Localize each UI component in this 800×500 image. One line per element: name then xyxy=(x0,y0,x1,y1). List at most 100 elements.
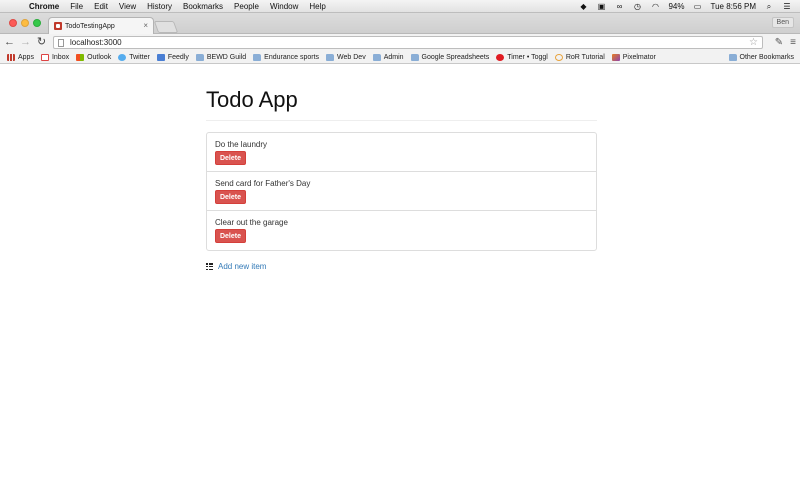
bookmark-ror-tutorial[interactable]: RoR Tutorial xyxy=(554,53,605,61)
todo-item: Clear out the garage Delete xyxy=(207,211,596,250)
bookmark-pixelmator[interactable]: Pixelmator xyxy=(611,53,656,61)
forward-arrow-icon[interactable]: → xyxy=(19,36,32,49)
page-title: Todo App xyxy=(206,87,298,112)
bookmark-twitter[interactable]: Twitter xyxy=(118,53,150,61)
bookmark-inbox[interactable]: Inbox xyxy=(40,53,70,61)
list-icon xyxy=(206,263,213,270)
bookmark-folder-web-dev[interactable]: Web Dev xyxy=(326,53,366,61)
bookmark-label: Pixelmator xyxy=(622,53,656,61)
bookmark-label: Inbox xyxy=(51,53,70,61)
menu-app-chrome[interactable]: Chrome xyxy=(29,0,59,13)
toggl-icon xyxy=(496,53,505,61)
profile-button[interactable]: Ben xyxy=(771,17,794,28)
address-bar[interactable]: localhost:3000 ☆ xyxy=(53,36,763,49)
menu-window[interactable]: Window xyxy=(270,0,298,13)
todo-list: Do the laundry Delete Send card for Fath… xyxy=(206,132,597,251)
time-machine-icon[interactable]: ◷ xyxy=(632,0,642,13)
spotlight-search-icon[interactable]: ⌕ xyxy=(764,0,774,13)
menubar-clock[interactable]: Tue 8:56 PM xyxy=(710,2,756,11)
battery-percent[interactable]: 94% xyxy=(668,2,684,11)
add-new-item-label[interactable]: Add new item xyxy=(218,262,266,271)
todo-text: Clear out the garage xyxy=(215,218,288,227)
menu-history[interactable]: History xyxy=(147,0,172,13)
todo-item: Send card for Father's Day Delete xyxy=(207,172,596,211)
folder-icon xyxy=(728,54,737,61)
folder-icon xyxy=(253,53,262,61)
page-icon xyxy=(58,38,64,47)
rails-favicon-icon xyxy=(54,22,62,30)
display-icon[interactable]: ▣ xyxy=(596,0,606,13)
bookmark-label: Twitter xyxy=(129,53,150,61)
bookmark-folder-admin[interactable]: Admin xyxy=(372,53,404,61)
page-viewport: Todo App Do the laundry Delete Send card… xyxy=(0,65,800,500)
menu-file[interactable]: File xyxy=(70,0,83,13)
tab-todotestingapp[interactable]: TodoTestingApp × xyxy=(48,17,154,34)
wifi-icon[interactable]: ◠ xyxy=(650,0,660,13)
bookmark-label: BEWD Guild xyxy=(206,53,247,61)
bookmark-label: Web Dev xyxy=(337,53,366,61)
bookmark-star-icon[interactable]: ☆ xyxy=(749,37,758,49)
bookmark-label: Apps xyxy=(18,53,34,61)
back-arrow-icon[interactable]: ← xyxy=(3,36,16,49)
bookmark-feedly[interactable]: Feedly xyxy=(156,53,189,61)
chrome-menu-icon[interactable]: ≡ xyxy=(790,36,796,49)
bookmark-label: Feedly xyxy=(167,53,189,61)
menu-view[interactable]: View xyxy=(119,0,136,13)
tab-title: TodoTestingApp xyxy=(65,22,115,30)
bookmark-label: Endurance sports xyxy=(264,53,320,61)
todo-text: Send card for Father's Day xyxy=(215,179,311,188)
bookmark-folder-google-spreadsheets[interactable]: Google Spreadsheets xyxy=(410,53,490,61)
macos-menubar: Chrome File Edit View History Bookmarks … xyxy=(0,0,800,13)
folder-icon xyxy=(326,53,335,61)
bookmark-folder-other-bookmarks[interactable]: Other Bookmarks xyxy=(728,54,794,61)
window-close-button[interactable] xyxy=(9,19,17,27)
menu-people[interactable]: People xyxy=(234,0,259,13)
folder-icon xyxy=(195,53,204,61)
todo-item: Do the laundry Delete xyxy=(207,133,596,172)
add-new-item-link[interactable]: Add new item xyxy=(206,262,266,271)
new-tab-button[interactable] xyxy=(153,21,179,33)
delete-button[interactable]: Delete xyxy=(215,190,246,204)
menubar-status-area: ◆ ▣ ∞ ◷ ◠ 94% ▭ Tue 8:56 PM ⌕ ☰ xyxy=(578,0,792,13)
menu-bookmarks[interactable]: Bookmarks xyxy=(183,0,223,13)
outlook-icon xyxy=(76,53,85,61)
gmail-icon xyxy=(40,53,49,61)
window-zoom-button[interactable] xyxy=(33,19,41,27)
menu-help[interactable]: Help xyxy=(309,0,325,13)
bookmark-outlook[interactable]: Outlook xyxy=(76,53,112,61)
bookmark-label: Google Spreadsheets xyxy=(421,53,490,61)
eyedropper-extension-icon[interactable]: ✎ xyxy=(775,36,783,49)
toolbar-actions: ✎ ≡ xyxy=(775,36,796,49)
folder-icon xyxy=(410,53,419,61)
battery-icon[interactable]: ▭ xyxy=(692,0,702,13)
ror-tutorial-icon xyxy=(554,53,563,61)
twitter-bird-icon xyxy=(118,53,127,61)
notification-center-icon[interactable]: ☰ xyxy=(782,0,792,13)
pixelmator-icon xyxy=(611,53,620,61)
address-bar-url[interactable]: localhost:3000 xyxy=(70,38,122,47)
bookmark-label: RoR Tutorial xyxy=(565,53,605,61)
feedly-icon xyxy=(156,53,165,61)
bookmark-label: Timer • Toggl xyxy=(507,53,548,61)
apps-grid-icon xyxy=(7,53,15,61)
menu-edit[interactable]: Edit xyxy=(94,0,108,13)
bookmark-label: Admin xyxy=(383,53,404,61)
glasses-icon[interactable]: ∞ xyxy=(614,0,624,13)
delete-button[interactable]: Delete xyxy=(215,151,246,165)
chrome-toolbar: ← → ↻ localhost:3000 ☆ ✎ ≡ xyxy=(0,34,800,51)
bookmark-label: Other Bookmarks xyxy=(739,54,794,61)
bookmark-label: Outlook xyxy=(87,53,112,61)
tab-close-icon[interactable]: × xyxy=(143,21,148,30)
reload-icon[interactable]: ↻ xyxy=(35,36,48,49)
todo-text: Do the laundry xyxy=(215,140,268,149)
bookmark-toggl-timer[interactable]: Timer • Toggl xyxy=(496,53,548,61)
bookmarks-bar: Apps Inbox Outlook Twitter Feedly BEWD G… xyxy=(0,51,800,64)
delete-button[interactable]: Delete xyxy=(215,229,246,243)
dropbox-icon[interactable]: ◆ xyxy=(578,0,588,13)
window-minimize-button[interactable] xyxy=(21,19,29,27)
bookmark-apps[interactable]: Apps xyxy=(7,53,34,61)
bookmark-folder-endurance-sports[interactable]: Endurance sports xyxy=(253,53,320,61)
bookmark-folder-bewd-guild[interactable]: BEWD Guild xyxy=(195,53,247,61)
chrome-tabstrip: TodoTestingApp × Ben xyxy=(0,13,800,34)
folder-icon xyxy=(372,53,381,61)
